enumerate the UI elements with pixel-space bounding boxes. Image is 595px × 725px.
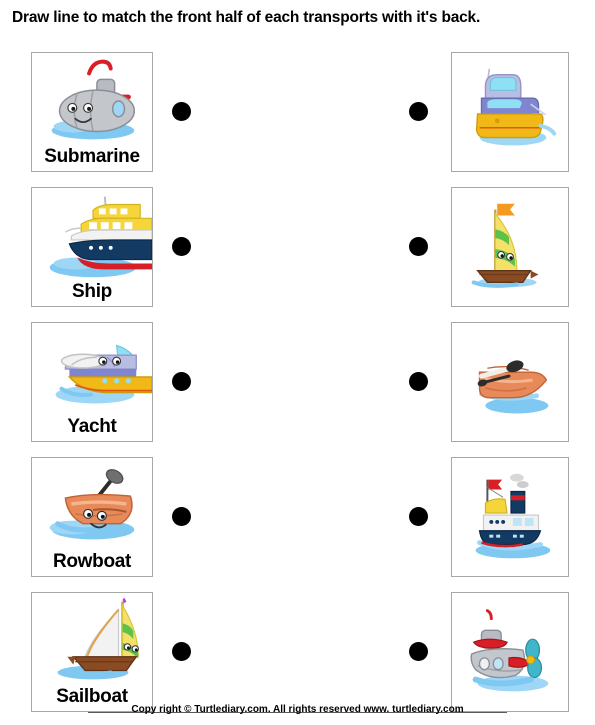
connector-dot-right[interactable] <box>409 372 428 391</box>
connector-dot-left[interactable] <box>172 372 191 391</box>
match-card-right[interactable] <box>451 592 569 712</box>
table-row: Submarine <box>0 52 595 172</box>
matching-rows: Submarine Ship Yacht Rowboat Sailboat <box>0 0 595 725</box>
connector-dot-right[interactable] <box>409 507 428 526</box>
rowboat-front-icon <box>32 458 152 552</box>
sailboat-back-icon <box>452 188 568 306</box>
sailboat-front-icon <box>32 593 152 687</box>
card-label: Submarine <box>44 146 140 167</box>
ship-back-icon <box>452 458 568 576</box>
submarine-front-icon <box>32 53 152 147</box>
connector-dot-left[interactable] <box>172 102 191 121</box>
connector-dot-right[interactable] <box>409 642 428 661</box>
match-card-left[interactable]: Ship <box>31 187 153 307</box>
match-card-left[interactable]: Submarine <box>31 52 153 172</box>
match-card-right[interactable] <box>451 187 569 307</box>
connector-dot-left[interactable] <box>172 507 191 526</box>
connector-dot-left[interactable] <box>172 237 191 256</box>
match-card-left[interactable]: Yacht <box>31 322 153 442</box>
match-card-right[interactable] <box>451 322 569 442</box>
table-row: Ship <box>0 187 595 307</box>
card-label: Ship <box>72 281 112 302</box>
card-label: Yacht <box>67 416 117 437</box>
table-row: Sailboat <box>0 592 595 712</box>
connector-dot-right[interactable] <box>409 237 428 256</box>
submarine-back-icon <box>452 593 568 711</box>
yacht-front-icon <box>32 323 152 417</box>
connector-dot-left[interactable] <box>172 642 191 661</box>
match-card-right[interactable] <box>451 457 569 577</box>
rowboat-back-icon <box>452 323 568 441</box>
card-label: Sailboat <box>56 686 128 707</box>
match-card-left[interactable]: Sailboat <box>31 592 153 712</box>
table-row: Yacht <box>0 322 595 442</box>
connector-dot-right[interactable] <box>409 102 428 121</box>
table-row: Rowboat <box>0 457 595 577</box>
match-card-left[interactable]: Rowboat <box>31 457 153 577</box>
match-card-right[interactable] <box>451 52 569 172</box>
card-label: Rowboat <box>52 551 132 572</box>
ship-front-icon <box>32 188 152 282</box>
yacht-back-icon <box>452 53 568 171</box>
